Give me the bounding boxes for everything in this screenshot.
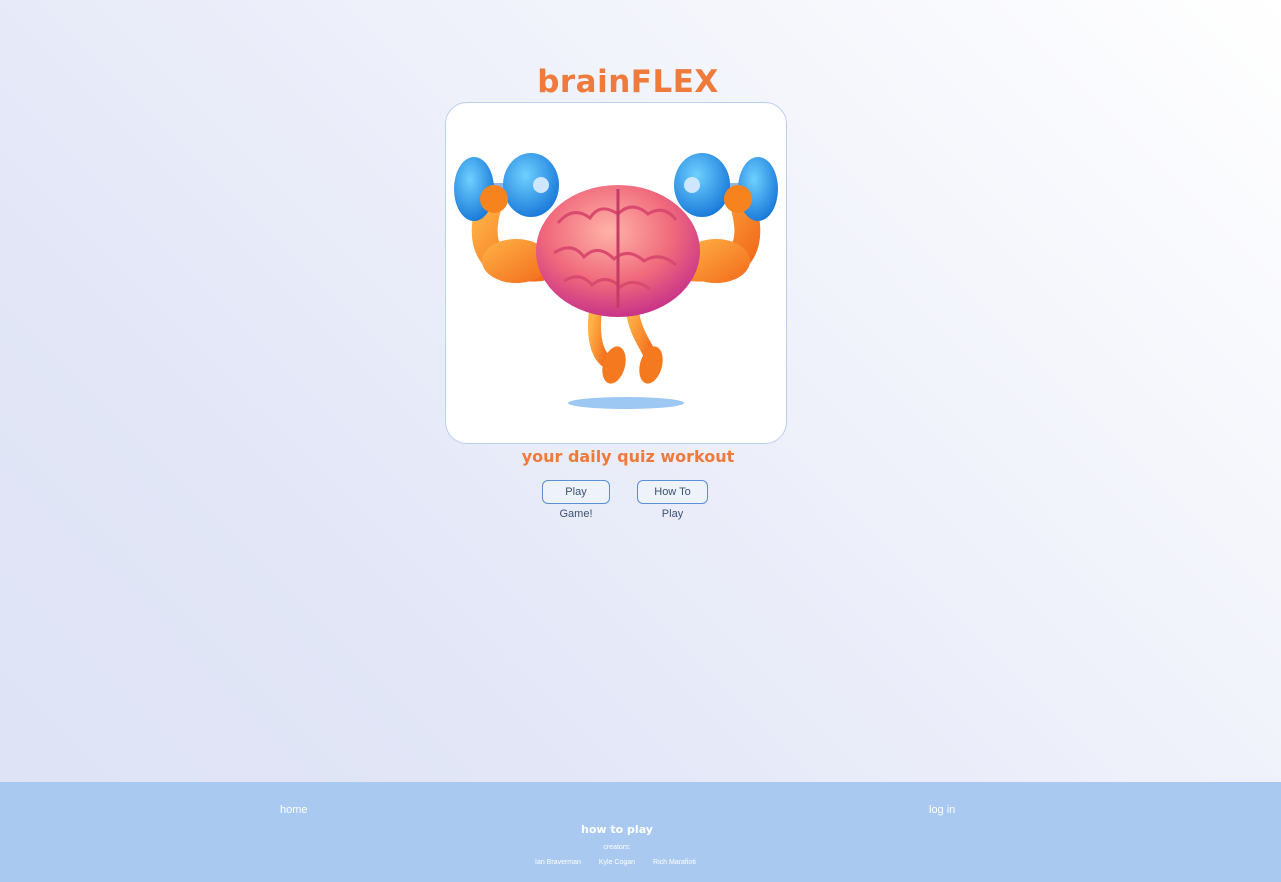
creator-name: Rich Marafioti <box>653 859 696 866</box>
footer-login-link[interactable]: log in <box>929 804 955 816</box>
footer: home log in how to play creators: Ian Br… <box>0 782 1281 882</box>
app-title: brainFLEX <box>537 64 719 100</box>
footer-how-to-play-link[interactable]: how to play <box>0 823 1234 836</box>
footer-home-link[interactable]: home <box>280 804 308 816</box>
footer-creators-list: Ian Braverman Kyle Cogan Rich Marafioti <box>535 859 712 866</box>
hero-image-card <box>445 102 787 444</box>
footer-creators-label: creators: <box>603 844 631 851</box>
how-to-play-button[interactable]: How To Play <box>637 480 708 520</box>
tagline: your daily quiz workout <box>521 447 735 466</box>
creator-name: Ian Braverman <box>535 859 581 866</box>
play-game-button[interactable]: Play Game! <box>542 480 610 520</box>
flexing-brain-icon <box>454 153 778 409</box>
creator-name: Kyle Cogan <box>598 859 636 866</box>
